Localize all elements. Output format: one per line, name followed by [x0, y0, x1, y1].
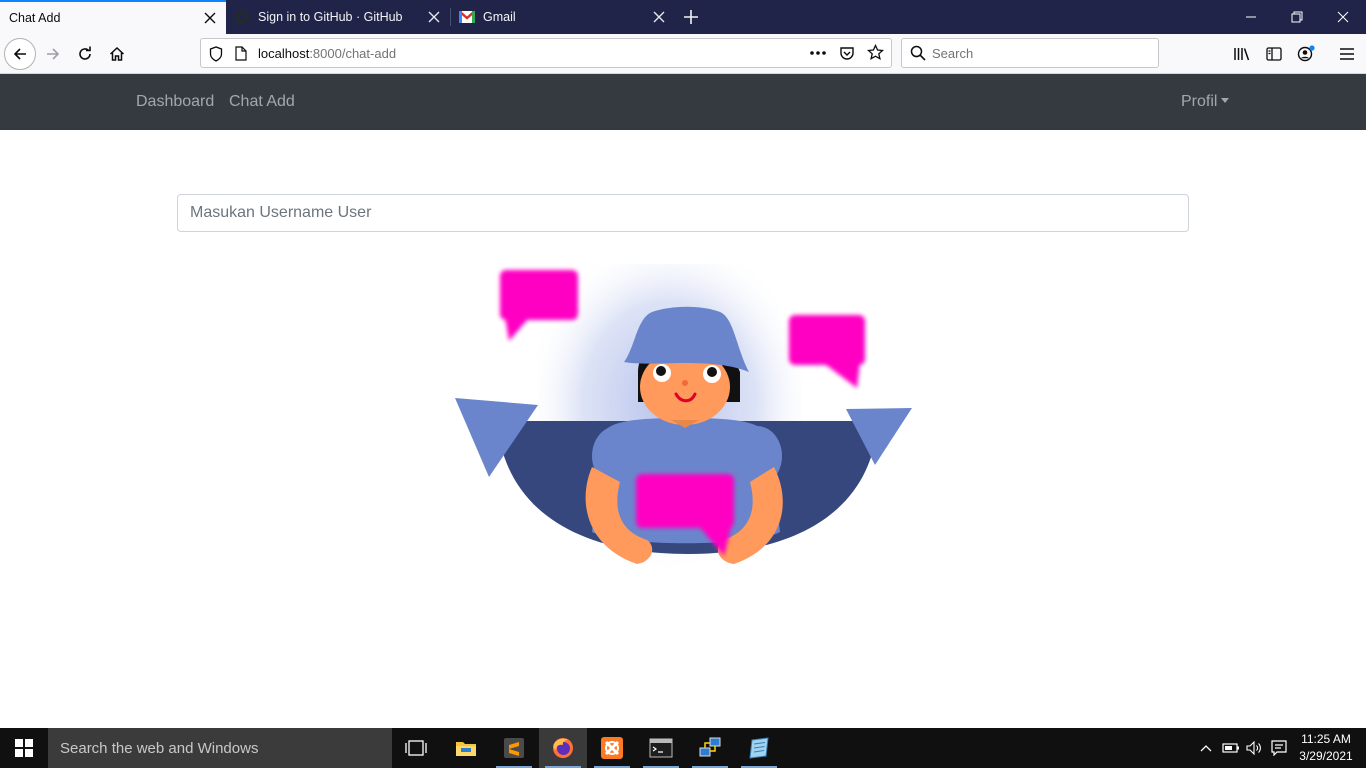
github-icon — [234, 9, 250, 25]
volume-icon[interactable] — [1244, 728, 1266, 768]
caret-down-icon — [1221, 98, 1230, 103]
profile-label: Profil — [1181, 93, 1218, 110]
file-explorer-icon[interactable] — [442, 728, 490, 768]
profile-dropdown[interactable]: Profil — [1181, 93, 1230, 111]
forward-button[interactable] — [37, 38, 69, 70]
plus-icon — [684, 10, 698, 24]
taskbar-search-input[interactable] — [60, 738, 380, 758]
minimize-button[interactable] — [1228, 0, 1274, 34]
close-tab-icon[interactable] — [198, 6, 222, 30]
battery-icon[interactable] — [1220, 728, 1242, 768]
hamburger-icon — [1340, 48, 1354, 60]
page-actions-icon[interactable] — [809, 45, 827, 66]
tab-github[interactable]: Sign in to GitHub · GitHub — [226, 0, 450, 34]
url-host: localhost — [258, 46, 310, 61]
tab-title: Gmail — [483, 10, 516, 24]
taskbar-clock[interactable]: 11:25 AM 3/29/2021 — [1294, 731, 1358, 765]
forward-arrow-icon — [47, 48, 60, 60]
browser-tab-strip: Chat Add Sign in to GitHub · GitHub Gmai… — [0, 0, 1366, 34]
search-icon — [910, 45, 926, 61]
terminal-icon[interactable] — [637, 728, 685, 768]
clock-time: 11:25 AM — [1301, 732, 1351, 746]
username-input[interactable] — [177, 194, 1189, 232]
home-icon — [109, 46, 125, 61]
browser-search-bar[interactable] — [901, 38, 1159, 68]
close-tab-icon[interactable] — [422, 5, 446, 29]
library-icon — [1234, 48, 1250, 61]
taskbar-search[interactable] — [48, 728, 392, 768]
account-icon — [1297, 45, 1315, 62]
restore-icon — [1291, 11, 1303, 23]
nav-link-chat-add[interactable]: Chat Add — [229, 93, 295, 111]
home-button[interactable] — [101, 38, 133, 70]
menu-button[interactable] — [1331, 38, 1363, 70]
close-icon — [1337, 11, 1349, 23]
start-button[interactable] — [0, 728, 48, 768]
page-icon — [235, 46, 247, 61]
restore-button[interactable] — [1274, 0, 1320, 34]
notepad-icon[interactable] — [735, 728, 783, 768]
windows-taskbar: 11:25 AM 3/29/2021 — [0, 728, 1366, 768]
shield-icon — [209, 46, 223, 62]
url-bar[interactable]: localhost:8000/chat-add — [200, 38, 892, 68]
show-hidden-icons-chevron-icon[interactable] — [1196, 728, 1216, 768]
back-button[interactable] — [4, 38, 36, 70]
nav-link-dashboard[interactable]: Dashboard — [136, 93, 214, 111]
bookmark-star-icon[interactable] — [866, 43, 885, 66]
browser-toolbar: localhost:8000/chat-add — [0, 34, 1366, 74]
close-tab-icon[interactable] — [647, 5, 671, 29]
gmail-icon — [459, 9, 475, 25]
tab-title: Sign in to GitHub · GitHub — [258, 10, 403, 24]
sublime-text-icon[interactable] — [490, 728, 538, 768]
xampp-icon[interactable] — [588, 728, 636, 768]
chat-person-illustration — [455, 264, 912, 574]
right-pupil — [707, 367, 717, 377]
clock-date: 3/29/2021 — [1299, 749, 1353, 763]
url-text[interactable]: localhost:8000/chat-add — [258, 46, 396, 61]
browser-search-input[interactable] — [932, 44, 1152, 62]
sidebar-button[interactable] — [1258, 38, 1290, 70]
new-tab-button[interactable] — [678, 4, 704, 30]
sidebar-icon — [1266, 47, 1282, 61]
tab-chat-add[interactable]: Chat Add — [0, 0, 226, 34]
account-button[interactable] — [1290, 38, 1322, 70]
url-path: :8000/chat-add — [309, 46, 397, 61]
back-arrow-icon — [13, 48, 26, 60]
firefox-icon[interactable] — [539, 728, 587, 768]
left-pupil — [656, 366, 666, 376]
minimize-icon — [1246, 16, 1256, 18]
library-button[interactable] — [1226, 38, 1258, 70]
pocket-icon[interactable] — [839, 45, 855, 66]
windows-logo-icon — [15, 739, 33, 757]
action-center-icon[interactable] — [1268, 728, 1290, 768]
network-app-icon[interactable] — [686, 728, 734, 768]
reload-icon — [79, 46, 91, 60]
nose — [682, 380, 688, 386]
reload-button[interactable] — [69, 38, 101, 70]
tab-gmail[interactable]: Gmail — [451, 0, 675, 34]
close-window-button[interactable] — [1320, 0, 1366, 34]
tab-title: Chat Add — [9, 11, 61, 25]
app-navbar: Dashboard Chat Add Profil — [0, 74, 1366, 130]
task-view-icon[interactable] — [392, 728, 440, 768]
